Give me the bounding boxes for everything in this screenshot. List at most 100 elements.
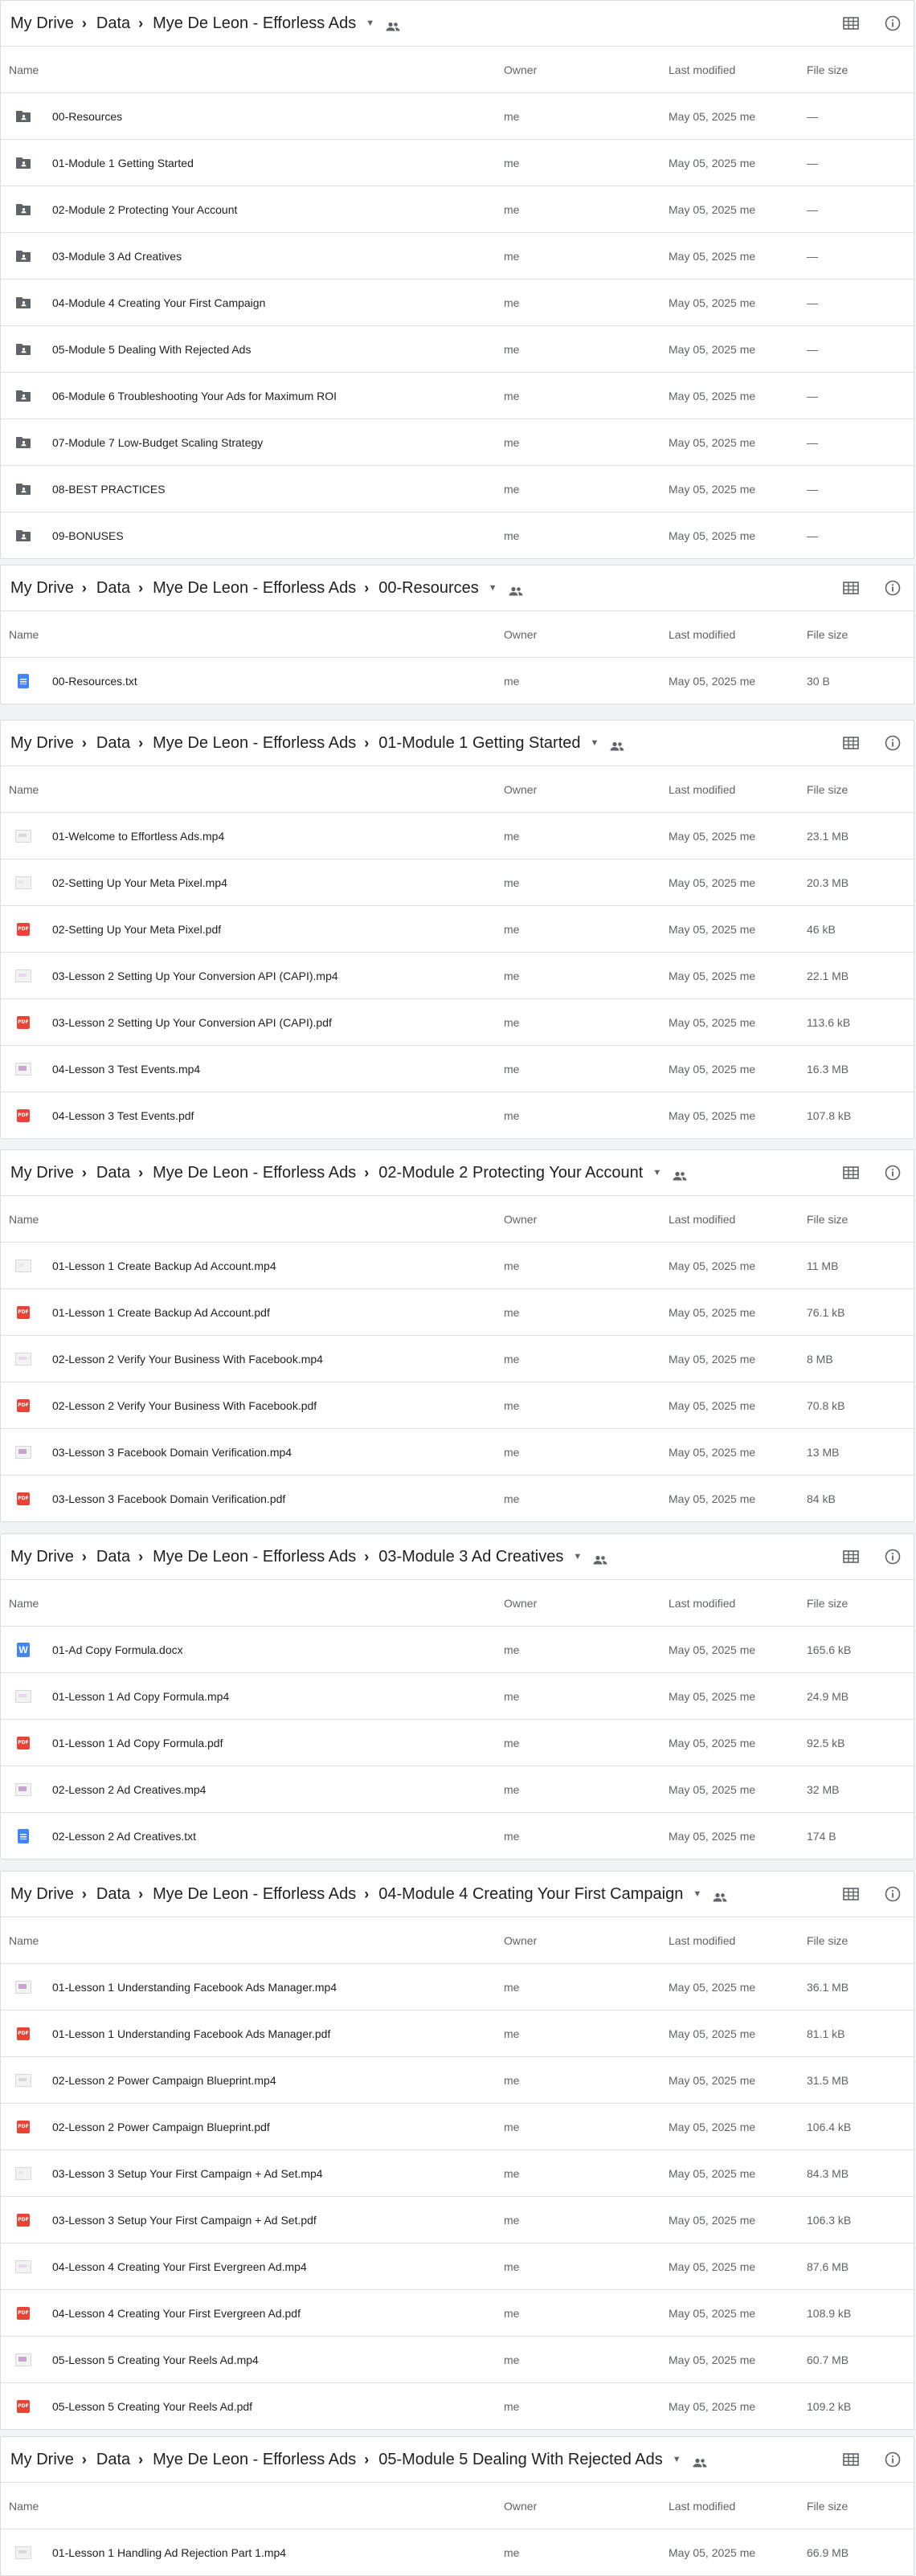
dropdown-arrow-icon[interactable]: ▼ [489, 583, 497, 593]
dropdown-arrow-icon[interactable]: ▼ [673, 2455, 681, 2464]
dropdown-arrow-icon[interactable]: ▼ [591, 738, 599, 748]
column-owner[interactable]: Owner [504, 1597, 537, 1610]
file-row[interactable]: PDF 01-Lesson 1 Understanding Facebook Ad… [1, 2011, 914, 2057]
grid-view-icon[interactable] [841, 1884, 861, 1904]
file-row[interactable]: 09-BONUSES me May 05, 2025 me — [1, 512, 914, 558]
info-icon[interactable] [883, 2450, 902, 2469]
file-row[interactable]: 02-Lesson 2 Ad Creatives.mp4 me May 05, 20… [1, 1766, 914, 1813]
info-icon[interactable] [883, 578, 902, 598]
info-icon[interactable] [883, 1547, 902, 1566]
grid-view-icon[interactable] [841, 2450, 861, 2469]
dropdown-arrow-icon[interactable]: ▼ [573, 1552, 582, 1562]
column-owner[interactable]: Owner [504, 783, 537, 796]
column-owner[interactable]: Owner [504, 628, 537, 641]
file-row[interactable]: PDF 03-Lesson 3 Facebook Domain Verificat… [1, 1476, 914, 1521]
breadcrumb-item[interactable]: Data [95, 14, 132, 33]
file-row[interactable]: PDF 04-Lesson 4 Creating Your First Everg… [1, 2290, 914, 2337]
info-icon[interactable] [883, 1884, 902, 1904]
column-file-size[interactable]: File size [807, 1934, 848, 1947]
breadcrumb-item[interactable]: Data [95, 1164, 132, 1182]
file-row[interactable]: W 01-Ad Copy Formula.docx me May 05, 2025 m… [1, 1627, 914, 1673]
file-row[interactable]: PDF 03-Lesson 2 Setting Up Your Conversio… [1, 999, 914, 1046]
breadcrumb-item[interactable]: Data [95, 734, 132, 753]
column-last-modified[interactable]: Last modified [669, 2500, 735, 2513]
column-name[interactable]: Name [9, 1934, 39, 1947]
file-row[interactable]: 07-Module 7 Low-Budget Scaling Strategy m… [1, 419, 914, 466]
file-row[interactable]: 00-Resources me May 05, 2025 me — [1, 93, 914, 140]
file-row[interactable]: PDF 02-Setting Up Your Meta Pixel.pdf me Ma… [1, 906, 914, 953]
breadcrumb-item[interactable]: 00-Resources [377, 579, 480, 598]
file-row[interactable]: 08-BEST PRACTICES me May 05, 2025 me — [1, 466, 914, 512]
column-owner[interactable]: Owner [504, 63, 537, 76]
dropdown-arrow-icon[interactable]: ▼ [652, 1168, 661, 1178]
file-row[interactable]: 04-Lesson 4 Creating Your First Evergree… [1, 2243, 914, 2290]
column-file-size[interactable]: File size [807, 1597, 848, 1610]
breadcrumb-item[interactable]: Mye De Leon - Efforless Ads [151, 1885, 358, 1904]
column-name[interactable]: Name [9, 2500, 39, 2513]
breadcrumb-item[interactable]: My Drive [9, 14, 76, 33]
grid-view-icon[interactable] [841, 578, 861, 598]
breadcrumb-item[interactable]: My Drive [9, 1548, 76, 1566]
file-row[interactable]: 01-Module 1 Getting Started me May 05, 202… [1, 140, 914, 186]
dropdown-arrow-icon[interactable]: ▼ [693, 1889, 701, 1899]
breadcrumb-item[interactable]: My Drive [9, 1885, 76, 1904]
file-row[interactable]: 00-Resources.txt me May 05, 2025 me 30 B [1, 658, 914, 704]
column-last-modified[interactable]: Last modified [669, 1597, 735, 1610]
file-row[interactable]: PDF 05-Lesson 5 Creating Your Reels Ad.pd… [1, 2383, 914, 2429]
file-row[interactable]: PDF 02-Lesson 2 Power Campaign Blueprint.… [1, 2104, 914, 2150]
column-owner[interactable]: Owner [504, 1213, 537, 1226]
column-file-size[interactable]: File size [807, 783, 848, 796]
column-file-size[interactable]: File size [807, 628, 848, 641]
column-name[interactable]: Name [9, 63, 39, 76]
file-row[interactable]: 04-Module 4 Creating Your First Campaign… [1, 280, 914, 326]
file-row[interactable]: 03-Lesson 3 Setup Your First Campaign + … [1, 2150, 914, 2197]
info-icon[interactable] [883, 733, 902, 753]
breadcrumb-item[interactable]: Data [95, 1548, 132, 1566]
breadcrumb-item[interactable]: My Drive [9, 734, 76, 753]
file-row[interactable]: PDF 01-Lesson 1 Ad Copy Formula.pdf me May … [1, 1720, 914, 1766]
breadcrumb-item[interactable]: Mye De Leon - Efforless Ads [151, 579, 358, 598]
breadcrumb-item[interactable]: Data [95, 2451, 132, 2469]
grid-view-icon[interactable] [841, 733, 861, 753]
file-row[interactable]: 01-Lesson 1 Ad Copy Formula.mp4 me May 05,… [1, 1673, 914, 1720]
dropdown-arrow-icon[interactable]: ▼ [366, 18, 374, 28]
breadcrumb-item[interactable]: Mye De Leon - Efforless Ads [151, 2451, 358, 2469]
breadcrumb-item[interactable]: My Drive [9, 1164, 76, 1182]
file-row[interactable]: 03-Lesson 3 Facebook Domain Verification… [1, 1429, 914, 1476]
file-row[interactable]: 05-Lesson 5 Creating Your Reels Ad.mp4 me… [1, 2337, 914, 2383]
grid-view-icon[interactable] [841, 14, 861, 33]
file-row[interactable]: PDF 03-Lesson 3 Setup Your First Campaign… [1, 2197, 914, 2243]
column-last-modified[interactable]: Last modified [669, 628, 735, 641]
grid-view-icon[interactable] [841, 1163, 861, 1182]
breadcrumb-item[interactable]: 02-Module 2 Protecting Your Account [377, 1164, 644, 1182]
file-row[interactable]: 01-Lesson 1 Handling Ad Rejection Part 1… [1, 2529, 914, 2575]
column-last-modified[interactable]: Last modified [669, 63, 735, 76]
info-icon[interactable] [883, 1163, 902, 1182]
breadcrumb-item[interactable]: 05-Module 5 Dealing With Rejected Ads [377, 2451, 665, 2469]
breadcrumb-item[interactable]: Mye De Leon - Efforless Ads [151, 14, 358, 33]
breadcrumb-item[interactable]: My Drive [9, 579, 76, 598]
file-row[interactable]: 03-Lesson 2 Setting Up Your Conversion A… [1, 953, 914, 999]
column-last-modified[interactable]: Last modified [669, 1934, 735, 1947]
file-row[interactable]: 02-Lesson 2 Ad Creatives.txt me May 05, 20… [1, 1813, 914, 1859]
file-row[interactable]: PDF 04-Lesson 3 Test Events.pdf me May 05, … [1, 1092, 914, 1138]
breadcrumb-item[interactable]: Mye De Leon - Efforless Ads [151, 1164, 358, 1182]
breadcrumb-item[interactable]: Mye De Leon - Efforless Ads [151, 1548, 358, 1566]
file-row[interactable]: 01-Welcome to Effortless Ads.mp4 me May 05… [1, 813, 914, 859]
file-row[interactable]: 06-Module 6 Troubleshooting Your Ads for… [1, 373, 914, 419]
column-name[interactable]: Name [9, 1597, 39, 1610]
file-row[interactable]: 02-Lesson 2 Verify Your Business With Fa… [1, 1336, 914, 1382]
column-name[interactable]: Name [9, 628, 39, 641]
file-row[interactable]: 01-Lesson 1 Create Backup Ad Account.mp4… [1, 1243, 914, 1289]
breadcrumb-item[interactable]: My Drive [9, 2451, 76, 2469]
column-last-modified[interactable]: Last modified [669, 1213, 735, 1226]
file-row[interactable]: 01-Lesson 1 Understanding Facebook Ads M… [1, 1964, 914, 2011]
file-row[interactable]: PDF 01-Lesson 1 Create Backup Ad Account.… [1, 1289, 914, 1336]
grid-view-icon[interactable] [841, 1547, 861, 1566]
breadcrumb-item[interactable]: Mye De Leon - Efforless Ads [151, 734, 358, 753]
file-row[interactable]: 02-Module 2 Protecting Your Account me May… [1, 186, 914, 233]
breadcrumb-item[interactable]: Data [95, 1885, 132, 1904]
breadcrumb-item[interactable]: 01-Module 1 Getting Started [377, 734, 582, 753]
breadcrumb-item[interactable]: Data [95, 579, 132, 598]
info-icon[interactable] [883, 14, 902, 33]
